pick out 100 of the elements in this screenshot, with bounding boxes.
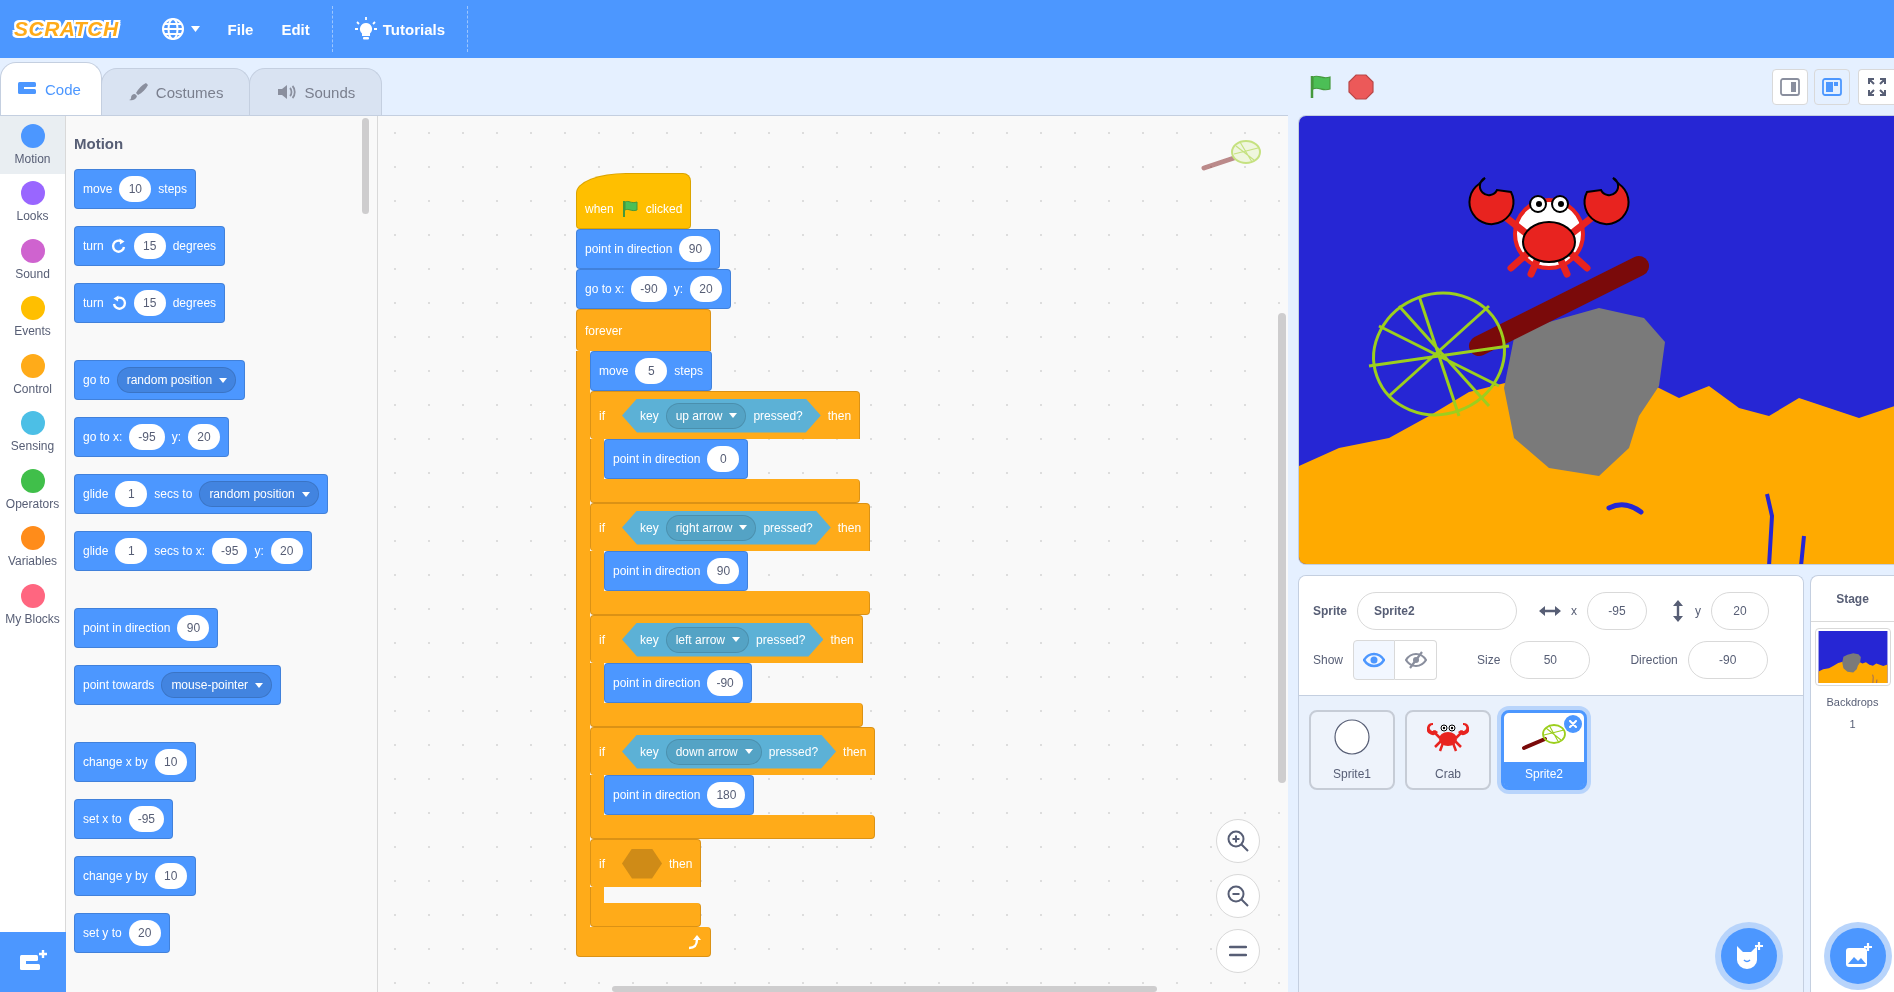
number-input[interactable]: 90 xyxy=(707,558,740,584)
block-label: if xyxy=(599,856,605,871)
circle-icon xyxy=(1332,717,1372,757)
horizontal-arrows-icon xyxy=(1539,604,1561,618)
block-label: turn xyxy=(83,296,104,310)
scrollbar[interactable] xyxy=(612,986,1157,992)
code-block[interactable]: go to x: -95 y: 20 xyxy=(74,417,230,457)
number-input[interactable]: -95 xyxy=(128,806,165,832)
number-input[interactable]: 1 xyxy=(115,538,148,564)
code-block[interactable]: change y by 10 xyxy=(74,856,196,896)
field-label: Show xyxy=(1313,653,1344,667)
code-block[interactable]: turn 15 degrees xyxy=(74,283,226,323)
code-block[interactable]: move 10 steps xyxy=(74,169,197,209)
zoom-in-button[interactable] xyxy=(1216,819,1260,863)
dropdown-menu[interactable]: mouse-pointer xyxy=(161,672,273,698)
code-block[interactable]: change x by 10 xyxy=(74,742,196,782)
loop-arrow-icon xyxy=(686,933,702,950)
code-block[interactable]: move 5 steps xyxy=(590,351,713,391)
block-label: move xyxy=(83,182,113,196)
block-label: y: xyxy=(254,544,264,558)
number-input[interactable]: 15 xyxy=(133,233,166,259)
code-block[interactable]: go to x: -90 y: 20 xyxy=(576,269,732,309)
rotate-counterclockwise-icon xyxy=(110,295,127,311)
block-label: point towards xyxy=(83,678,155,692)
cat-icon xyxy=(1734,942,1764,970)
block-label: y: xyxy=(673,282,684,296)
direction-field[interactable]: -90 xyxy=(1687,641,1768,679)
stage-size-button[interactable] xyxy=(1772,68,1808,105)
sprite-name-field[interactable]: Sprite2 xyxy=(1357,592,1517,630)
dropdown-menu[interactable]: random position xyxy=(116,367,237,393)
code-block[interactable]: set x to -95 xyxy=(74,799,174,839)
fullscreen-button[interactable] xyxy=(1858,68,1894,105)
number-input[interactable]: 20 xyxy=(128,920,161,946)
number-input[interactable]: 5 xyxy=(635,358,668,384)
code-block[interactable]: turn 15 degrees xyxy=(74,226,226,266)
number-input[interactable]: 15 xyxy=(133,290,166,316)
code-block[interactable]: glide 1 secs to random position xyxy=(74,474,328,514)
code-block[interactable]: glide 1 secs to x: -95 y: 20 xyxy=(74,531,312,571)
sprite-tile[interactable]: Crab xyxy=(1405,710,1491,790)
number-input[interactable]: 20 xyxy=(188,424,221,450)
zoom-out-button[interactable] xyxy=(1216,874,1260,918)
block-label: go to x: xyxy=(83,430,123,444)
block-label: secs to xyxy=(154,487,193,501)
number-input[interactable]: 10 xyxy=(154,863,187,889)
number-input[interactable]: 20 xyxy=(270,538,303,564)
sprite-tile[interactable]: Sprite1 xyxy=(1309,710,1395,790)
block-label: point in direction xyxy=(83,621,171,635)
globe-icon xyxy=(160,17,185,41)
code-block[interactable]: set y to 20 xyxy=(74,913,170,953)
caret-icon xyxy=(739,525,748,530)
delete-button[interactable] xyxy=(1564,715,1582,733)
caret-icon xyxy=(219,377,228,383)
block-label: steps xyxy=(158,182,188,196)
code-block[interactable]: point in direction 90 xyxy=(576,229,721,269)
block-label: point in direction xyxy=(613,564,701,578)
number-input[interactable]: 0 xyxy=(707,446,740,472)
scrollbar[interactable] xyxy=(1278,313,1286,783)
code-block[interactable]: point in direction 90 xyxy=(604,551,749,591)
scrollbar[interactable] xyxy=(362,118,369,214)
number-input[interactable]: -95 xyxy=(129,424,165,450)
number-input[interactable]: 180 xyxy=(707,782,746,808)
code-block[interactable]: go to random position xyxy=(74,360,246,400)
stage-size-button[interactable] xyxy=(1814,68,1850,105)
number-input[interactable]: -90 xyxy=(707,670,743,696)
number-input[interactable]: 10 xyxy=(119,176,152,202)
hide-button[interactable] xyxy=(1395,640,1438,680)
block-label: key xyxy=(640,520,659,535)
sprite-name: Crab xyxy=(1434,766,1462,783)
backdrop-thumbnail[interactable] xyxy=(1814,628,1891,686)
y-field[interactable]: 20 xyxy=(1711,592,1769,630)
code-block[interactable]: point in direction 180 xyxy=(604,775,755,815)
number-input[interactable]: 90 xyxy=(679,236,712,262)
number-input[interactable]: 20 xyxy=(690,276,723,302)
code-block[interactable]: point in direction 90 xyxy=(74,608,219,648)
block-label: degrees xyxy=(172,296,217,310)
category-item[interactable]: Motion xyxy=(0,116,65,174)
block-label: key xyxy=(640,744,659,759)
dropdown-menu[interactable]: random position xyxy=(199,481,319,507)
code-block[interactable]: point in direction 0 xyxy=(604,439,749,479)
show-button[interactable] xyxy=(1353,640,1396,680)
block-label: glide xyxy=(83,544,109,558)
block-label: pressed? xyxy=(763,520,813,535)
block-label: set x to xyxy=(83,812,122,826)
number-input[interactable]: -90 xyxy=(631,276,667,302)
x-field[interactable]: -95 xyxy=(1587,592,1647,630)
block-label: key xyxy=(640,632,659,647)
zoom-reset-button[interactable] xyxy=(1216,929,1260,973)
add-extension-button[interactable] xyxy=(0,932,66,992)
size-field[interactable]: 50 xyxy=(1510,641,1591,679)
number-input[interactable]: 1 xyxy=(115,481,148,507)
block-label: y: xyxy=(171,430,182,444)
number-input[interactable]: -95 xyxy=(212,538,248,564)
close-icon xyxy=(1569,720,1577,728)
number-input[interactable]: 90 xyxy=(177,615,210,641)
block-label: go to x: xyxy=(585,282,625,296)
block-label: steps xyxy=(674,364,704,378)
block-label: when xyxy=(585,202,614,216)
code-block[interactable]: point towards mouse-pointer xyxy=(74,665,282,705)
code-block[interactable]: point in direction -90 xyxy=(604,663,752,703)
number-input[interactable]: 10 xyxy=(154,749,187,775)
